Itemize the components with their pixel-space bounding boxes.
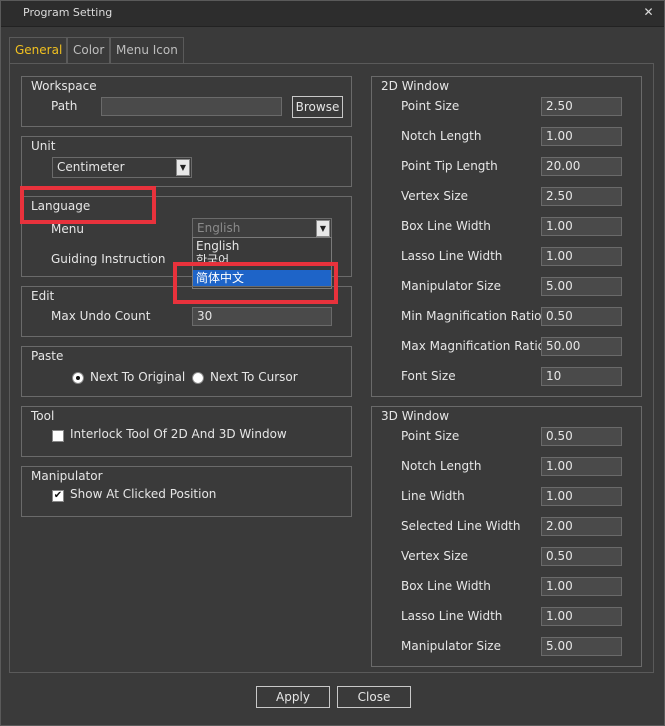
general-panel: Workspace Path Browse Unit Centimeter ▼ … — [9, 63, 654, 673]
paste-title: Paste — [31, 349, 64, 363]
window-2d-field-label: Manipulator Size — [401, 279, 501, 293]
window-3d-field-input[interactable]: 2.00 — [541, 517, 622, 536]
tab-menu-icon[interactable]: Menu Icon — [110, 37, 184, 63]
window-3d-field-label: Selected Line Width — [401, 519, 521, 533]
window-3d-field-label: Notch Length — [401, 459, 482, 473]
apply-button[interactable]: Apply — [256, 686, 330, 708]
window-3d-title: 3D Window — [381, 409, 450, 423]
show-at-clicked-checkbox[interactable]: ✔ — [52, 490, 64, 502]
menu-language-selected: English — [197, 221, 241, 235]
window-3d-field-label: Vertex Size — [401, 549, 469, 563]
window-3d-field-input[interactable]: 1.00 — [541, 487, 622, 506]
window-2d-field-label: Notch Length — [401, 129, 482, 143]
max-undo-label: Max Undo Count — [51, 309, 151, 323]
window-2d-field-input[interactable]: 1.00 — [541, 217, 622, 236]
window-3d-field-label: Line Width — [401, 489, 465, 503]
tool-title: Tool — [31, 409, 55, 423]
window-2d-group: 2D Window Point Size 2.50 Notch Length 1.00… — [371, 76, 642, 397]
window-2d-field-input[interactable]: 10 — [541, 367, 622, 386]
window-3d-group: 3D Window Point Size 0.50 Notch Length 1.00… — [371, 406, 642, 667]
language-title: Language — [31, 199, 91, 213]
path-input[interactable] — [101, 97, 282, 116]
title-bar[interactable]: Program Setting ✕ — [1, 1, 664, 27]
window-3d-field-input[interactable]: 1.00 — [541, 577, 622, 596]
window-2d-field-label: Lasso Line Width — [401, 249, 503, 263]
window-3d-field-label: Box Line Width — [401, 579, 491, 593]
window-3d-field-label: Manipulator Size — [401, 639, 501, 653]
interlock-label[interactable]: Interlock Tool Of 2D And 3D Window — [70, 427, 287, 441]
tool-group: Tool Interlock Tool Of 2D And 3D Window — [21, 406, 352, 457]
window-2d-title: 2D Window — [381, 79, 450, 93]
show-at-clicked-label[interactable]: Show At Clicked Position — [70, 487, 216, 501]
manipulator-title: Manipulator — [31, 469, 103, 483]
max-undo-input[interactable]: 30 — [192, 307, 332, 326]
window-2d-field-input[interactable]: 2.50 — [541, 97, 622, 116]
window-3d-field-label: Point Size — [401, 429, 460, 443]
path-label: Path — [51, 99, 78, 113]
language-dropdown-list[interactable]: English 한국어 简体中文 — [192, 237, 332, 289]
window-2d-field-input[interactable]: 2.50 — [541, 187, 622, 206]
language-option-english[interactable]: English — [193, 238, 331, 254]
window-2d-field-input[interactable]: 50.00 — [541, 337, 622, 356]
edit-group: Edit Max Undo Count 30 — [21, 286, 352, 337]
unit-selected: Centimeter — [57, 160, 125, 174]
tab-general[interactable]: General — [9, 37, 67, 64]
unit-title: Unit — [31, 139, 56, 153]
chevron-down-icon[interactable]: ▼ — [176, 159, 190, 176]
close-icon[interactable]: ✕ — [642, 6, 655, 19]
next-to-original-label[interactable]: Next To Original — [90, 370, 185, 384]
language-option-chinese[interactable]: 简体中文 — [193, 270, 331, 286]
menu-language-combo[interactable]: English ▼ — [192, 218, 332, 239]
unit-group: Unit Centimeter ▼ — [21, 136, 352, 187]
window-2d-field-input[interactable]: 1.00 — [541, 127, 622, 146]
window-3d-field-input[interactable]: 5.00 — [541, 637, 622, 656]
close-button[interactable]: Close — [337, 686, 411, 708]
window-2d-field-label: Max Magnification Ratio — [401, 339, 546, 353]
window-3d-field-input[interactable]: 0.50 — [541, 547, 622, 566]
manipulator-group: Manipulator ✔ Show At Clicked Position — [21, 466, 352, 517]
window-2d-field-input[interactable]: 20.00 — [541, 157, 622, 176]
window-title: Program Setting — [23, 6, 113, 19]
window-2d-field-label: Box Line Width — [401, 219, 491, 233]
radio-next-to-original[interactable] — [72, 372, 84, 384]
window-2d-field-label: Vertex Size — [401, 189, 469, 203]
window-3d-field-input[interactable]: 1.00 — [541, 457, 622, 476]
tab-color[interactable]: Color — [67, 37, 110, 63]
edit-title: Edit — [31, 289, 55, 303]
workspace-group: Workspace Path Browse — [21, 76, 352, 127]
interlock-checkbox[interactable] — [52, 430, 64, 442]
window-3d-field-label: Lasso Line Width — [401, 609, 503, 623]
paste-group: Paste Next To Original Next To Cursor — [21, 346, 352, 397]
language-option-korean[interactable]: 한국어 — [193, 254, 331, 266]
menu-language-label: Menu — [51, 222, 84, 236]
window-2d-field-label: Font Size — [401, 369, 456, 383]
window-3d-field-input[interactable]: 1.00 — [541, 607, 622, 626]
window-2d-field-input[interactable]: 0.50 — [541, 307, 622, 326]
browse-button[interactable]: Browse — [292, 96, 343, 118]
guiding-instruction-label: Guiding Instruction — [51, 252, 166, 266]
chevron-down-icon[interactable]: ▼ — [316, 220, 330, 237]
window-2d-field-label: Point Tip Length — [401, 159, 498, 173]
next-to-cursor-label[interactable]: Next To Cursor — [210, 370, 298, 384]
window-3d-field-input[interactable]: 0.50 — [541, 427, 622, 446]
window-2d-field-input[interactable]: 5.00 — [541, 277, 622, 296]
radio-next-to-cursor[interactable] — [192, 372, 204, 384]
unit-combo[interactable]: Centimeter ▼ — [52, 157, 192, 178]
window-2d-field-label: Point Size — [401, 99, 460, 113]
window-2d-field-input[interactable]: 1.00 — [541, 247, 622, 266]
program-setting-dialog: Program Setting ✕ General Color Menu Ico… — [0, 0, 665, 726]
workspace-title: Workspace — [31, 79, 97, 93]
window-2d-field-label: Min Magnification Ratio — [401, 309, 542, 323]
